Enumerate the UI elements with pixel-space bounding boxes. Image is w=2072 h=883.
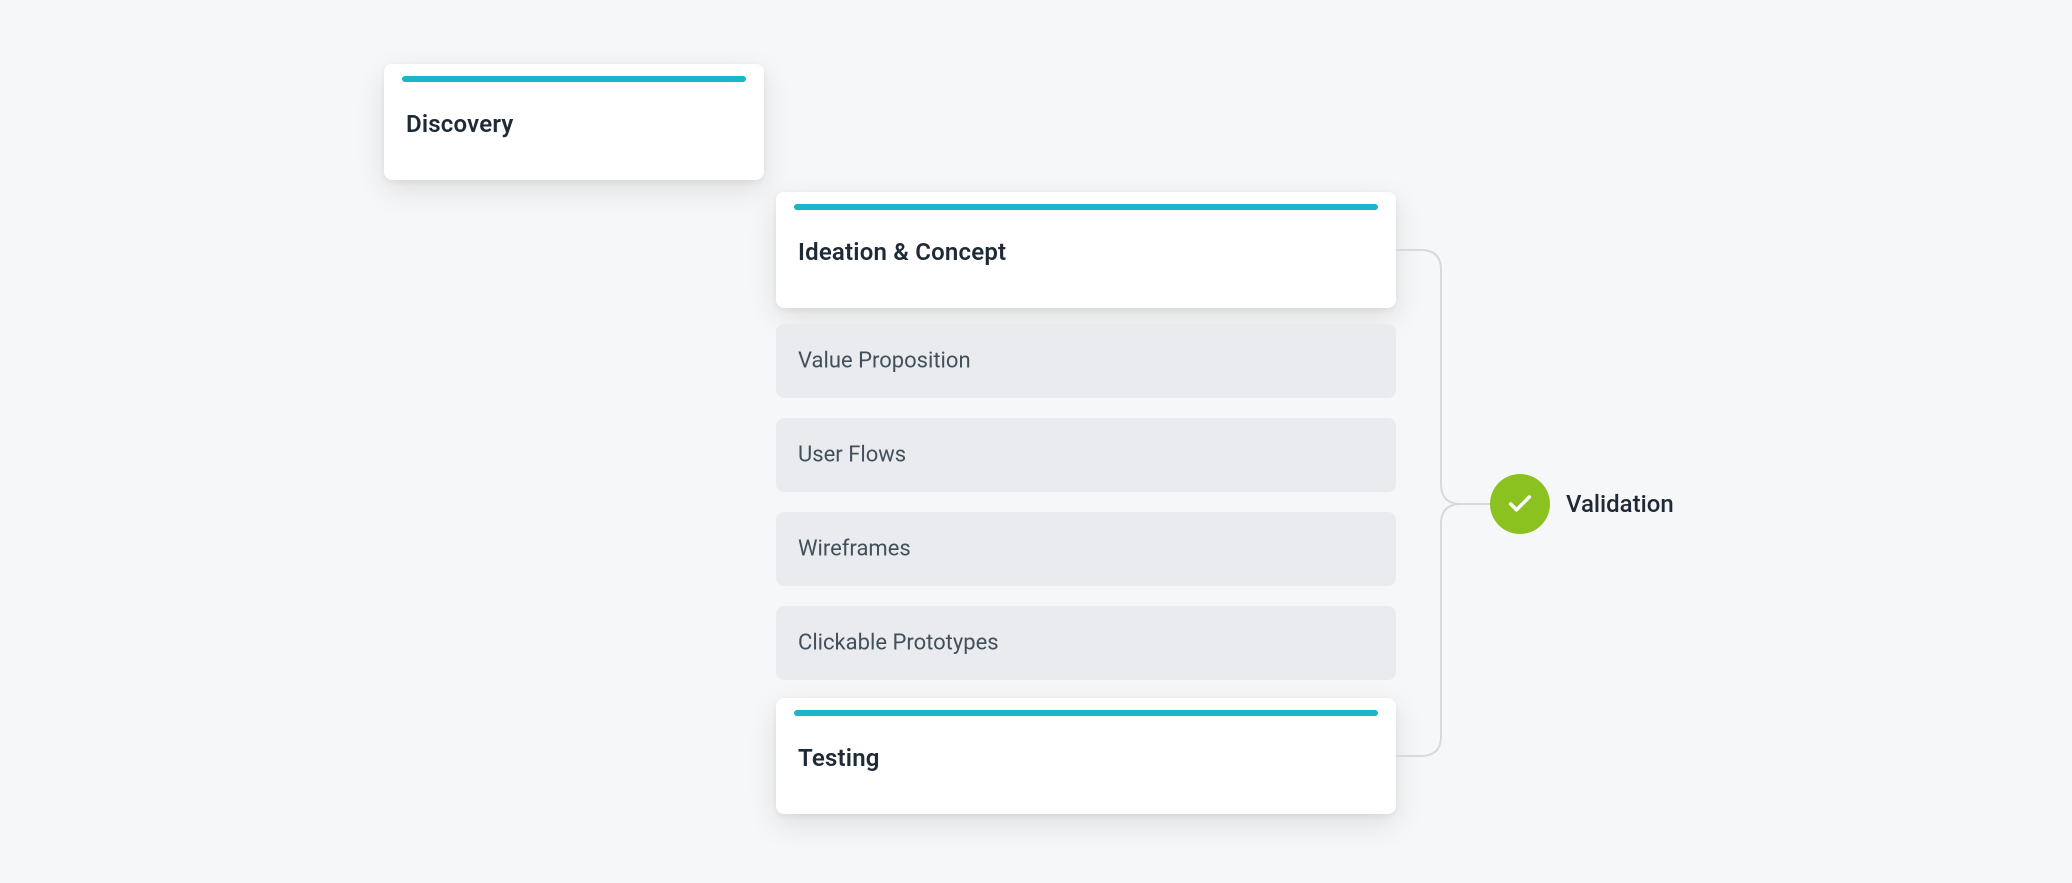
phase-card-discovery: Discovery — [384, 64, 764, 180]
task-card-user-flows: User Flows — [776, 418, 1396, 492]
validation-label: Validation — [1566, 490, 1674, 518]
task-card-value-proposition: Value Proposition — [776, 324, 1396, 398]
validation-badge — [1490, 474, 1550, 534]
phase-card-ideation: Ideation & Concept — [776, 192, 1396, 308]
task-label: User Flows — [798, 443, 906, 468]
phase-label-discovery: Discovery — [406, 110, 513, 138]
task-label: Clickable Prototypes — [798, 631, 999, 656]
task-card-clickable-prototypes: Clickable Prototypes — [776, 606, 1396, 680]
task-label: Wireframes — [798, 537, 911, 562]
phase-label-ideation: Ideation & Concept — [798, 238, 1006, 266]
phase-topbar — [794, 710, 1378, 716]
task-card-wireframes: Wireframes — [776, 512, 1396, 586]
phase-label-testing: Testing — [798, 744, 880, 772]
check-icon — [1506, 490, 1534, 518]
task-label: Value Proposition — [798, 349, 971, 374]
phase-topbar — [402, 76, 746, 82]
phase-card-testing: Testing — [776, 698, 1396, 814]
phase-topbar — [794, 204, 1378, 210]
process-diagram: Discovery Ideation & Concept Value Propo… — [0, 0, 2072, 883]
